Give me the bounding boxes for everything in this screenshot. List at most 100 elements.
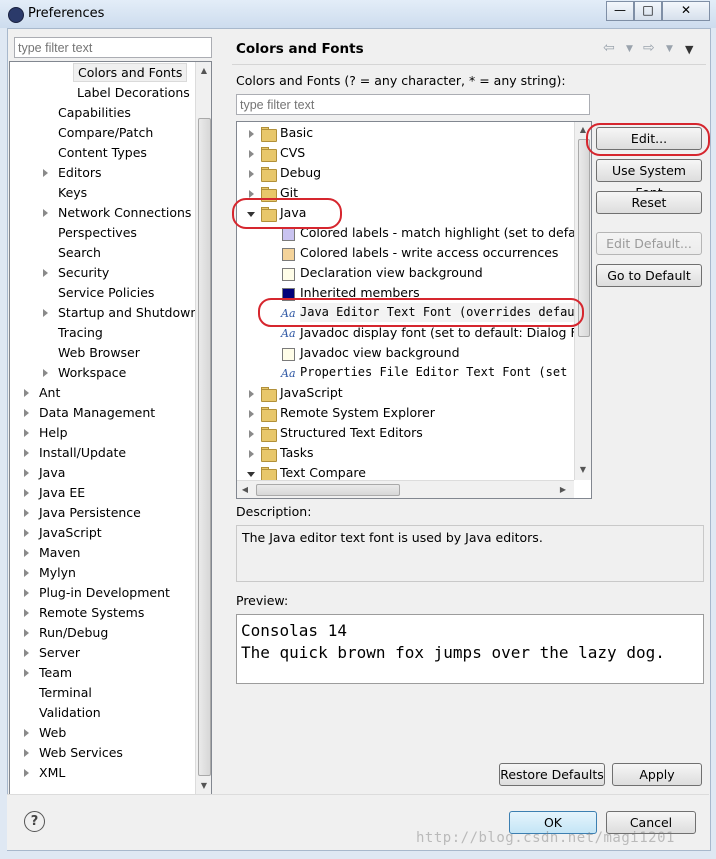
tree-item[interactable]: Tasks	[280, 443, 314, 462]
tree-item[interactable]: Java	[280, 203, 306, 222]
tree-item[interactable]: Inherited members	[300, 283, 420, 302]
restore-defaults-button[interactable]: Restore Defaults	[499, 763, 605, 786]
tree-item[interactable]: Java EE	[39, 483, 85, 502]
edit-default-button[interactable]: Edit Default...	[596, 232, 702, 255]
expand-arrow-icon[interactable]	[24, 409, 29, 417]
tree-item[interactable]: Help	[39, 423, 68, 442]
expand-arrow-icon[interactable]	[24, 529, 29, 537]
expand-arrow-icon[interactable]	[249, 450, 254, 458]
tree-item[interactable]: Remote System Explorer	[280, 403, 435, 422]
reset-button[interactable]: Reset	[596, 191, 702, 214]
tree-item[interactable]: Startup and Shutdown	[58, 303, 198, 322]
tree-item[interactable]: Data Management	[39, 403, 155, 422]
tree-item[interactable]: Mylyn	[39, 563, 76, 582]
tree-item[interactable]: Keys	[58, 183, 87, 202]
collapse-arrow-icon[interactable]	[247, 472, 255, 477]
tree-item[interactable]: Security	[58, 263, 109, 282]
tree-item[interactable]: Java	[39, 463, 65, 482]
expand-arrow-icon[interactable]	[24, 629, 29, 637]
expand-arrow-icon[interactable]	[24, 469, 29, 477]
expand-arrow-icon[interactable]	[43, 309, 48, 317]
expand-arrow-icon[interactable]	[249, 390, 254, 398]
tree-item[interactable]: Structured Text Editors	[280, 423, 423, 442]
go-to-default-button[interactable]: Go to Default	[596, 264, 702, 287]
maximize-button[interactable]: □	[634, 1, 662, 21]
expand-arrow-icon[interactable]	[24, 749, 29, 757]
edit-button[interactable]: Edit...	[596, 127, 702, 150]
expand-arrow-icon[interactable]	[249, 430, 254, 438]
left-filter-input[interactable]	[14, 37, 212, 58]
expand-arrow-icon[interactable]	[43, 269, 48, 277]
tree-item[interactable]: Network Connections	[58, 203, 191, 222]
tree-item[interactable]: Web	[39, 723, 66, 742]
tree-item[interactable]: Run/Debug	[39, 623, 108, 642]
tree-item[interactable]: Service Policies	[58, 283, 154, 302]
back-arrow-icon[interactable]: ⇦	[603, 40, 615, 56]
expand-arrow-icon[interactable]	[24, 729, 29, 737]
view-menu-icon[interactable]: ▼	[685, 43, 693, 56]
tree-item[interactable]: Colored labels - match highlight (set to…	[300, 223, 591, 242]
left-scroll-thumb[interactable]	[198, 118, 211, 776]
use-system-font-button[interactable]: Use System Font	[596, 159, 702, 200]
expand-arrow-icon[interactable]	[249, 150, 254, 158]
tree-item[interactable]: Colors and Fonts	[73, 63, 188, 82]
tree-item[interactable]: Search	[58, 243, 101, 262]
expand-arrow-icon[interactable]	[24, 449, 29, 457]
expand-arrow-icon[interactable]	[24, 509, 29, 517]
tree-item[interactable]: Properties File Editor Text Font (set t	[300, 363, 582, 382]
right-tree-hscrollbar[interactable]: ◀ ▶	[237, 480, 574, 498]
tree-item[interactable]: Editors	[58, 163, 102, 182]
expand-arrow-icon[interactable]	[43, 209, 48, 217]
tree-item[interactable]: Plug-in Development	[39, 583, 170, 602]
expand-arrow-icon[interactable]	[24, 389, 29, 397]
tree-item[interactable]: Tracing	[58, 323, 103, 342]
tree-item[interactable]: Validation	[39, 703, 101, 722]
expand-arrow-icon[interactable]	[43, 369, 48, 377]
tree-item[interactable]: Java Editor Text Font (overrides default	[300, 303, 589, 322]
back-dropdown-icon[interactable]: ▼	[626, 44, 633, 54]
expand-arrow-icon[interactable]	[24, 769, 29, 777]
expand-arrow-icon[interactable]	[249, 410, 254, 418]
tree-item[interactable]: Perspectives	[58, 223, 137, 242]
expand-arrow-icon[interactable]	[24, 609, 29, 617]
scroll-right-icon[interactable]: ▶	[558, 485, 568, 494]
expand-arrow-icon[interactable]	[24, 649, 29, 657]
tree-item[interactable]: Terminal	[39, 683, 92, 702]
tree-item[interactable]: JavaScript	[280, 383, 343, 402]
tree-item[interactable]: Compare/Patch	[58, 123, 153, 142]
scroll-down-icon[interactable]: ▼	[199, 781, 209, 790]
right-scroll-thumb[interactable]	[578, 139, 590, 337]
expand-arrow-icon[interactable]	[24, 549, 29, 557]
tree-item[interactable]: Label Decorations	[77, 83, 190, 102]
tree-item[interactable]: Git	[280, 183, 298, 202]
tree-item[interactable]: Web Browser	[58, 343, 140, 362]
expand-arrow-icon[interactable]	[43, 169, 48, 177]
expand-arrow-icon[interactable]	[249, 130, 254, 138]
horizontal-scroll-thumb[interactable]	[256, 484, 400, 496]
minimize-button[interactable]: —	[606, 1, 634, 21]
expand-arrow-icon[interactable]	[249, 170, 254, 178]
forward-dropdown-icon[interactable]: ▼	[666, 44, 673, 54]
close-window-button[interactable]: ✕	[662, 1, 710, 21]
tree-item[interactable]: Debug	[280, 163, 321, 182]
tree-item[interactable]: Team	[39, 663, 72, 682]
tree-item[interactable]: Workspace	[58, 363, 126, 382]
expand-arrow-icon[interactable]	[24, 589, 29, 597]
scroll-up-icon[interactable]: ▲	[578, 125, 588, 134]
tree-item[interactable]: Java Persistence	[39, 503, 141, 522]
forward-arrow-icon[interactable]: ⇨	[643, 40, 655, 56]
tree-item[interactable]: Colored labels - write access occurrence…	[300, 243, 558, 262]
tree-item[interactable]: Install/Update	[39, 443, 126, 462]
scroll-up-icon[interactable]: ▲	[199, 66, 209, 75]
scroll-down-icon[interactable]: ▼	[578, 465, 588, 474]
expand-arrow-icon[interactable]	[249, 190, 254, 198]
right-tree-vscrollbar[interactable]: ▲ ▼	[574, 122, 591, 480]
tree-item[interactable]: Javadoc view background	[300, 343, 460, 362]
left-tree-scrollbar[interactable]: ▲ ▼	[195, 62, 211, 795]
tree-item[interactable]: Content Types	[58, 143, 147, 162]
tree-item[interactable]: XML	[39, 763, 65, 782]
scroll-left-icon[interactable]: ◀	[240, 485, 250, 494]
expand-arrow-icon[interactable]	[24, 429, 29, 437]
tree-item[interactable]: Remote Systems	[39, 603, 144, 622]
tree-item[interactable]: Basic	[280, 123, 313, 142]
